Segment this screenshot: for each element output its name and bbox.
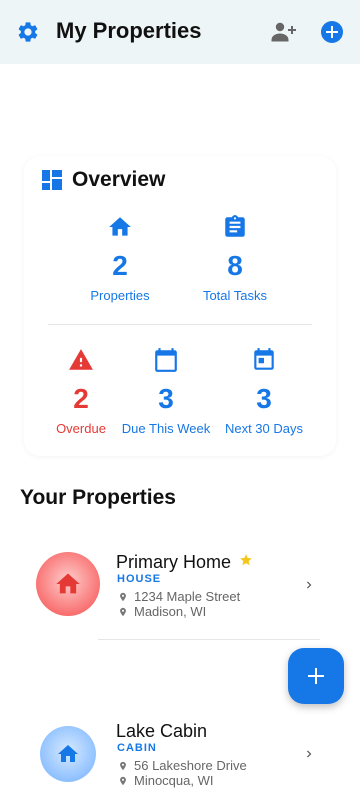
home-icon [58, 745, 78, 762]
property-name: Lake Cabin [116, 721, 208, 741]
dashboard-icon [42, 170, 62, 190]
chevron-right-icon [307, 581, 312, 589]
property-name: Primary Home [116, 552, 232, 572]
street-text: 56 Lakeshore Drive [134, 758, 247, 773]
overview-card: Overview 2 Properties 8 Total Tasks 2 Ov… [24, 156, 336, 456]
property-type: HOUSE [117, 573, 162, 585]
property-address-city: Madison, WI [118, 604, 206, 619]
add-circle-icon[interactable] [320, 20, 344, 44]
divider [48, 324, 312, 325]
property-card-primary-home[interactable]: Primary Home HOUSE 1234 Maple Street Mad… [20, 540, 340, 640]
home-icon [56, 573, 80, 594]
overview-title: Overview [72, 168, 166, 191]
property-address-city: Minocqua, WI [118, 773, 213, 788]
plus-icon [308, 668, 324, 684]
stat-next-30-days: 3 Next 30 Days [220, 347, 308, 436]
stat-label: Total Tasks [202, 288, 268, 303]
stat-value: 3 [158, 383, 174, 414]
stat-due-this-week: 3 Due This Week [116, 347, 216, 436]
section-title: Your Properties [20, 486, 176, 509]
property-address-street: 56 Lakeshore Drive [118, 758, 247, 773]
stat-value: 8 [227, 250, 243, 281]
property-name-row: Primary Home [116, 552, 253, 573]
divider [98, 639, 320, 640]
location-pin-icon [120, 776, 126, 785]
calendar-icon [155, 348, 177, 372]
chevron-right-icon [307, 750, 312, 758]
stat-label: Properties [90, 288, 150, 303]
stat-value: 2 [73, 383, 89, 414]
property-address-street: 1234 Maple Street [118, 589, 240, 604]
warning-icon [69, 349, 93, 370]
stat-overdue: 2 Overdue [46, 347, 116, 436]
location-pin-icon [120, 607, 126, 616]
favorite-star-icon[interactable] [239, 553, 253, 567]
stat-properties: 2 Properties [80, 214, 160, 303]
add-person-icon[interactable] [270, 20, 298, 44]
property-avatar [40, 726, 96, 782]
page-title: My Properties [56, 18, 202, 43]
stat-total-tasks: 8 Total Tasks [195, 214, 275, 303]
property-type: CABIN [117, 742, 157, 754]
property-avatar [36, 552, 100, 616]
app-bar: My Properties [0, 0, 360, 64]
add-property-fab[interactable] [288, 648, 344, 704]
stat-value: 2 [112, 250, 128, 281]
property-card-lake-cabin[interactable]: Lake Cabin CABIN 56 Lakeshore Drive Mino… [20, 710, 340, 800]
clipboard-icon [225, 215, 245, 237]
city-text: Madison, WI [134, 604, 207, 619]
stat-value: 3 [256, 383, 272, 414]
city-text: Minocqua, WI [134, 773, 214, 788]
calendar-event-icon [254, 348, 274, 370]
overview-header: Overview [42, 168, 165, 192]
stat-label: Next 30 Days [224, 421, 304, 436]
stat-label: Due This Week [121, 421, 211, 436]
home-icon [109, 217, 131, 236]
stat-label: Overdue [56, 421, 106, 436]
location-pin-icon [120, 592, 126, 601]
street-text: 1234 Maple Street [134, 589, 241, 604]
settings-gear-icon[interactable] [16, 20, 40, 44]
location-pin-icon [120, 761, 126, 770]
